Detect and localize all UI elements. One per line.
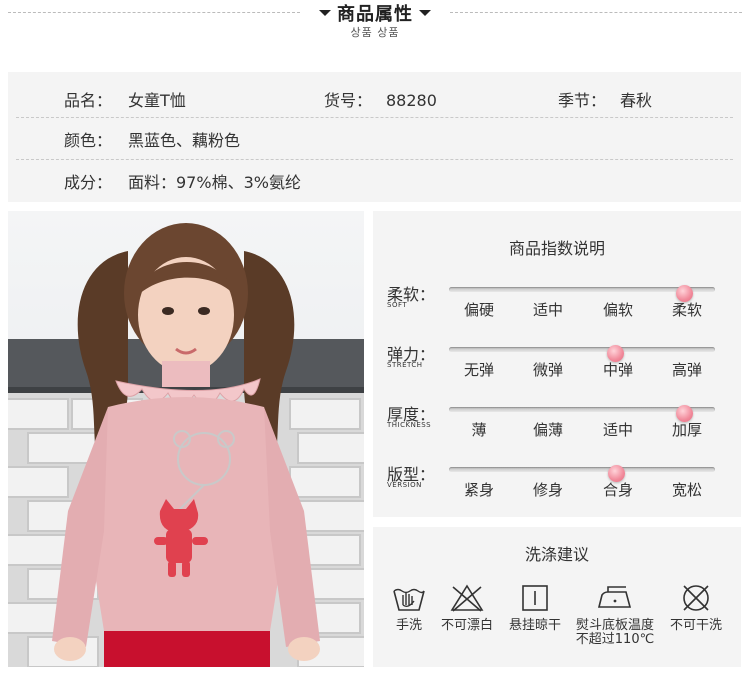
attr-season-value: 春秋 [620, 91, 653, 110]
iron-label-line1: 熨斗底板温度 [575, 618, 654, 633]
scale-option: 中弹 [602, 361, 633, 379]
index-panel-title: 商品指数说明 [508, 239, 605, 258]
no-dry-clean-icon [683, 585, 709, 611]
scale-option: 微弹 [532, 361, 563, 379]
scale-option: 高弹 [671, 361, 702, 379]
scale-option: 修身 [532, 481, 563, 499]
attr-row-3: 成分： 面料：97%棉、3%氨纶 [8, 162, 741, 204]
wash-item-iron: 熨斗底板温度 不超过110℃ [569, 583, 661, 647]
attr-sku-value: 88280 [386, 91, 437, 110]
attr-sku-label: 货号： [324, 91, 373, 110]
attr-color-value: 黑蓝色、藕粉色 [128, 131, 241, 150]
scale-option: 偏薄 [532, 421, 563, 439]
attr-row-2: 颜色： 黑蓝色、藕粉色 [8, 120, 741, 162]
wash-label: 悬挂晾干 [508, 618, 561, 633]
wash-label: 不可漂白 [440, 618, 493, 633]
index-row-fit: 版型： VERSION 紧身 修身 合身 宽松 [373, 461, 741, 513]
scale-option: 无弹 [463, 361, 494, 379]
product-attributes: 品名： 女童T恤 货号： 88280 季节： 春秋 颜色： 黑蓝色、藕粉色 成分… [8, 72, 741, 202]
scale-option: 薄 [471, 421, 487, 439]
wash-item-hang-dry: 悬挂晾干 [499, 583, 571, 633]
triangle-left-icon [319, 10, 331, 16]
attr-divider [16, 159, 733, 160]
index-row-softness: 柔软： SOFT 偏硬 适中 偏软 柔软 [373, 281, 741, 333]
attr-name-label: 品名： [64, 91, 113, 110]
scale-option: 合身 [602, 481, 633, 499]
scale-option: 紧身 [463, 481, 494, 499]
triangle-right-icon [419, 10, 431, 16]
scale-option: 偏软 [602, 301, 633, 319]
attr-color-label: 颜色： [64, 131, 113, 150]
wash-item-no-bleach: 不可漂白 [431, 583, 503, 633]
no-bleach-icon [450, 584, 484, 612]
index-row-thickness: 厚度： THICKNESS 薄 偏薄 适中 加厚 [373, 401, 741, 453]
hang-dry-icon [522, 585, 548, 611]
wash-panel-title: 洗涤建议 [524, 545, 589, 564]
wash-item-no-dry-clean: 不可干洗 [660, 583, 732, 633]
index-label-en: VERSION [387, 481, 422, 489]
scale-option: 偏硬 [463, 301, 494, 319]
section-heading: 商品属性 [0, 0, 750, 26]
section-title: 商品属性 [337, 4, 413, 25]
wash-label: 熨斗底板温度 不超过110℃ [569, 619, 661, 647]
scale-option: 适中 [532, 301, 563, 319]
scale-option: 适中 [602, 421, 633, 439]
iron-label-line2: 不超过110℃ [575, 632, 655, 647]
index-label-en: STRETCH [387, 361, 423, 369]
hand-wash-icon [393, 588, 425, 611]
wash-label: 不可干洗 [669, 618, 722, 633]
scale-option: 加厚 [671, 421, 702, 439]
wash-panel: 洗涤建议 手洗 不可漂白 悬挂晾干 熨斗底板温度 不超过110℃ 不可干洗 [373, 527, 741, 667]
attr-material-label: 成分： [64, 173, 113, 192]
index-label-en: THICKNESS [387, 421, 432, 429]
slider-track [449, 405, 715, 422]
attr-name-value: 女童T恤 [128, 91, 186, 110]
index-panel: 商品指数说明 柔软： SOFT 偏硬 适中 偏软 柔软 弹力： STRETCH … [373, 211, 741, 517]
attr-divider [16, 117, 733, 118]
girl-photo-illustration [8, 211, 364, 667]
attr-material-value: 面料：97%棉、3%氨纶 [128, 173, 301, 192]
scale-option: 宽松 [671, 481, 702, 499]
attr-season-label: 季节： [558, 91, 607, 110]
slider-track [449, 465, 715, 482]
index-row-stretch: 弹力： STRETCH 无弹 微弹 中弹 高弹 [373, 341, 741, 393]
attr-row-1: 品名： 女童T恤 货号： 88280 季节： 春秋 [8, 80, 741, 122]
index-label-en: SOFT [387, 301, 408, 309]
scale-option: 柔软 [671, 301, 702, 319]
iron-icon [597, 586, 632, 608]
slider-track [449, 285, 715, 302]
section-subtitle: 상품 상품 [350, 26, 400, 39]
slider-track [449, 345, 715, 362]
product-photo [8, 211, 364, 667]
